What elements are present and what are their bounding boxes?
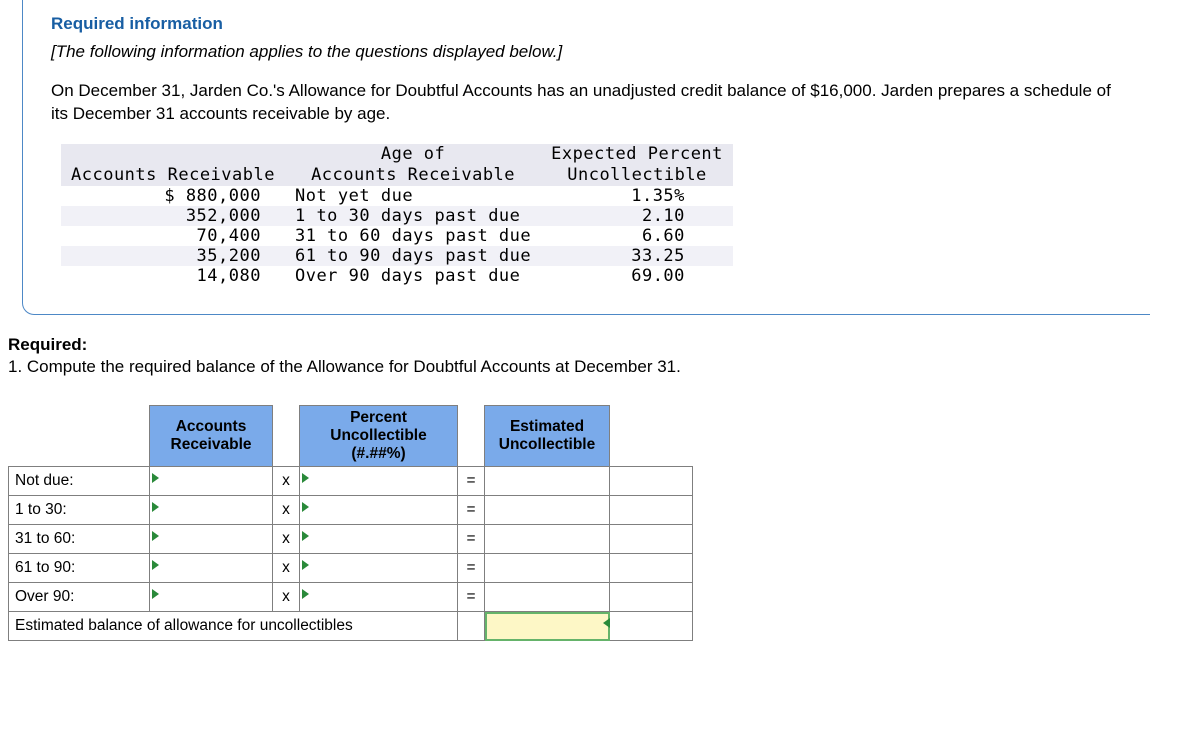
intro-paragraph: On December 31, Jarden Co.'s Allowance f… xyxy=(51,80,1122,126)
times-op: x xyxy=(273,583,300,612)
wk-input-acc[interactable] xyxy=(150,554,273,583)
info-box: Required information [The following info… xyxy=(22,0,1150,315)
wk-row: 61 to 90: x = xyxy=(9,554,693,583)
wk-row-label: 31 to 60: xyxy=(9,525,150,554)
wk-input-pct[interactable] xyxy=(300,554,458,583)
wk-row-label: Not due: xyxy=(9,467,150,496)
wk-input-acc[interactable] xyxy=(150,496,273,525)
equals-op: = xyxy=(458,554,485,583)
sched-col-age: Age ofAccounts Receivable xyxy=(285,144,541,187)
caret-icon xyxy=(302,560,309,570)
applies-note: [The following information applies to th… xyxy=(51,42,1122,62)
caret-icon xyxy=(152,589,159,599)
required-info-heading: Required information xyxy=(51,14,1122,34)
times-op: x xyxy=(273,467,300,496)
wk-input-acc[interactable] xyxy=(150,583,273,612)
wk-output-est xyxy=(485,496,610,525)
caret-icon xyxy=(152,502,159,512)
caret-icon xyxy=(302,473,309,483)
wk-row: Over 90: x = xyxy=(9,583,693,612)
times-op: x xyxy=(273,496,300,525)
wk-row: Not due: x = xyxy=(9,467,693,496)
wk-hdr-acc: Accounts Receivable xyxy=(150,406,273,467)
wk-row: 31 to 60: x = xyxy=(9,525,693,554)
equals-op: = xyxy=(458,496,485,525)
worksheet-table: Accounts Receivable Percent Uncollectibl… xyxy=(8,405,693,641)
wk-input-pct[interactable] xyxy=(300,583,458,612)
wk-row-label: 1 to 30: xyxy=(9,496,150,525)
equals-op: = xyxy=(458,583,485,612)
times-op: x xyxy=(273,525,300,554)
wk-output-est xyxy=(485,554,610,583)
wk-hdr-pct: Percent Uncollectible (#.##%) xyxy=(300,406,458,467)
wk-input-pct[interactable] xyxy=(300,525,458,554)
caret-icon xyxy=(152,531,159,541)
wk-total-label: Estimated balance of allowance for uncol… xyxy=(9,612,458,641)
wk-input-acc[interactable] xyxy=(150,467,273,496)
sched-row: 352,000 1 to 30 days past due 2.10 xyxy=(61,206,733,226)
caret-icon xyxy=(603,618,610,628)
wk-total-input[interactable] xyxy=(485,612,610,641)
wk-row-label: Over 90: xyxy=(9,583,150,612)
wk-input-acc[interactable] xyxy=(150,525,273,554)
sched-row: $ 880,000 Not yet due 1.35% xyxy=(61,186,733,206)
caret-icon xyxy=(302,502,309,512)
question-area: Required: 1. Compute the required balanc… xyxy=(0,315,1200,661)
sched-row: 70,400 31 to 60 days past due 6.60 xyxy=(61,226,733,246)
equals-op: = xyxy=(458,467,485,496)
aging-schedule-table: Accounts Receivable Age ofAccounts Recei… xyxy=(61,144,733,287)
wk-total-row: Estimated balance of allowance for uncol… xyxy=(9,612,693,641)
wk-row-label: 61 to 90: xyxy=(9,554,150,583)
required-label: Required: xyxy=(8,335,1176,355)
sched-row: 14,080 Over 90 days past due 69.00 xyxy=(61,266,733,286)
wk-input-pct[interactable] xyxy=(300,467,458,496)
wk-input-pct[interactable] xyxy=(300,496,458,525)
caret-icon xyxy=(152,473,159,483)
wk-output-est xyxy=(485,467,610,496)
wk-output-est xyxy=(485,583,610,612)
sched-col-pct: Expected PercentUncollectible xyxy=(541,144,733,187)
caret-icon xyxy=(302,589,309,599)
wk-hdr-est: Estimated Uncollectible xyxy=(485,406,610,467)
sched-row: 35,200 61 to 90 days past due 33.25 xyxy=(61,246,733,266)
times-op: x xyxy=(273,554,300,583)
required-q1: 1. Compute the required balance of the A… xyxy=(8,357,681,376)
wk-output-est xyxy=(485,525,610,554)
wk-row: 1 to 30: x = xyxy=(9,496,693,525)
caret-icon xyxy=(152,560,159,570)
equals-op: = xyxy=(458,525,485,554)
caret-icon xyxy=(302,531,309,541)
sched-col-ar: Accounts Receivable xyxy=(61,144,285,187)
